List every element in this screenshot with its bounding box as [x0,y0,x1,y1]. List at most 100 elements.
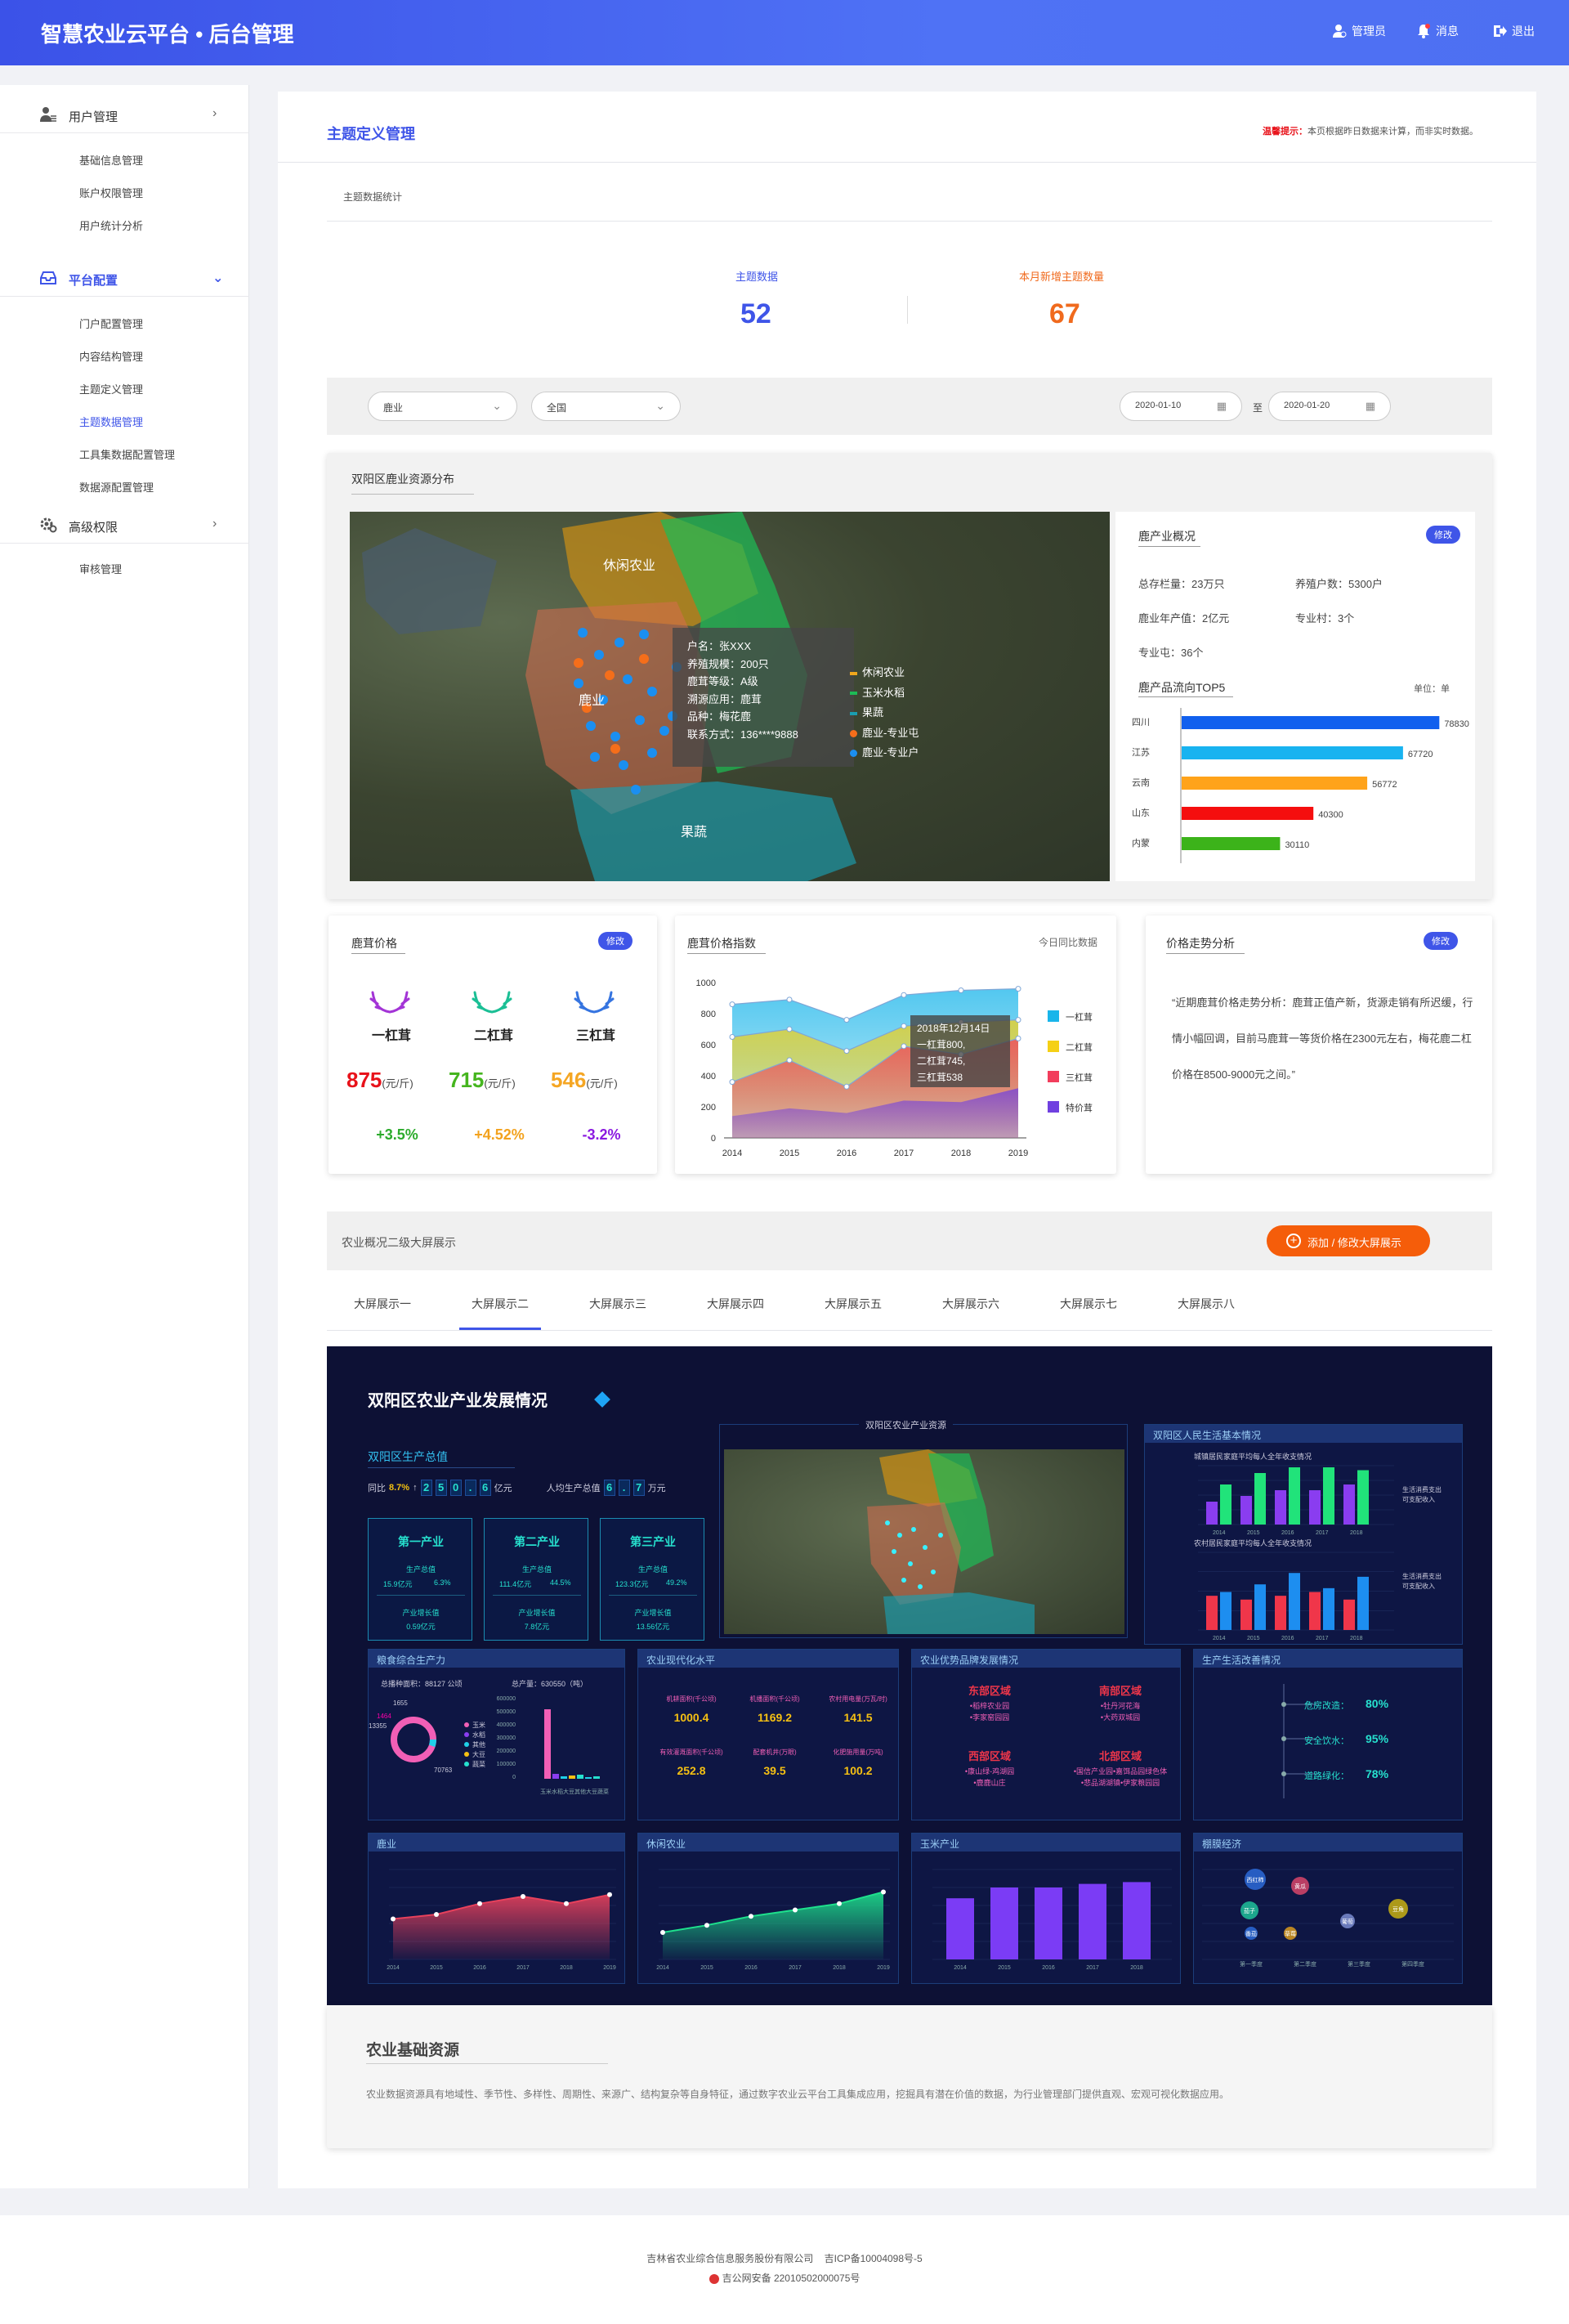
price-edit-button[interactable]: 修改 [598,932,633,950]
tab-8[interactable]: 大屏展示八 [1165,1296,1247,1312]
tab-4[interactable]: 大屏展示四 [695,1296,776,1312]
industry-name: 第一产业 [398,1535,444,1548]
data-point [660,1930,665,1935]
sidebar-item-theme-define[interactable]: 主题定义管理 [79,381,143,396]
bar-value-label: 40300 [1318,810,1343,820]
dash-map-regions [867,1449,1035,1634]
date-from-input[interactable]: 2020-01-10 ▦ [1120,392,1242,421]
trend-edit-button[interactable]: 修改 [1424,932,1458,950]
price-unit: (元/斤) [382,1077,413,1090]
panel-title: 休闲农业 [638,1834,898,1852]
industry-output-value: 111.4亿元 [499,1580,532,1588]
legend-label: 三杠茸 [1066,1072,1093,1083]
logout-menu[interactable]: 退出 [1492,23,1535,39]
top5-bar [1182,716,1440,729]
antler-price-card: 鹿茸价格 修改 一杠茸 875(元/斤) +3.5% 二杠茸 715(元/斤) +4.52… [329,916,657,1174]
sidebar-item-content-structure[interactable]: 内容结构管理 [79,348,143,364]
antler-icon [574,991,615,1014]
area-label: 总播种面积： [381,1680,426,1688]
data-point [901,992,907,998]
industry-output-value: 123.3亿元 [615,1580,649,1588]
sidebar-group-platform[interactable]: 平台配置 ⌄ [0,263,249,293]
data-point [729,1034,735,1040]
sidebar: 用户管理 › 基础信息管理 账户权限管理 用户统计分析 平台配置 ⌄ 门户配置管… [0,85,249,2188]
legend-label: 可支配收入 [1402,1495,1435,1503]
sidebar-item-audit[interactable]: 审核管理 [79,561,122,576]
life-bar [1323,1467,1334,1525]
stat-label: 专业村： [1295,612,1339,625]
messages-menu[interactable]: 消息 [1416,23,1459,39]
bubble-label: 茄子 [1244,1907,1255,1914]
life-bar [1289,1467,1300,1525]
life-bar [1220,1484,1232,1525]
pie-label: 13355 [369,1722,387,1730]
tab-2[interactable]: 大屏展示二 [459,1296,541,1312]
modern-label: 化肥施用量(万吨) [833,1749,883,1756]
modern-value: 141.5 [843,1711,873,1724]
sidebar-item-account-permissions[interactable]: 账户权限管理 [79,185,143,200]
sidebar-group-label: 用户管理 [69,110,118,124]
per-capita-label: 人均生产总值 [546,1484,601,1493]
tab-6[interactable]: 大屏展示六 [930,1296,1012,1312]
overview-edit-button[interactable]: 修改 [1426,526,1460,544]
sidebar-group-users[interactable]: 用户管理 › [0,100,249,129]
region-select[interactable]: 全国 ⌄ [531,392,681,421]
dash-map[interactable] [724,1449,1124,1634]
industry-box: 第三产业 生产总值 123.3亿元 49.2% 产业增长值 13.56亿元 [600,1518,704,1641]
x-tick-label: 2014 [387,1965,400,1971]
sidebar-item-portal-config[interactable]: 门户配置管理 [79,316,143,331]
life-bar [1309,1490,1321,1525]
sidebar-item-datasource-config[interactable]: 数据源配置管理 [79,479,154,495]
tooltip-line: 一杠茸800, [917,1038,965,1050]
x-tick-label: 2018 [1350,1530,1363,1536]
sidebar-item-basic-info[interactable]: 基础信息管理 [79,152,143,168]
tab-1[interactable]: 大屏展示一 [342,1296,423,1312]
corn-bar [990,1887,1018,1959]
trend-card-title: 价格走势分析 [1166,937,1235,950]
legend-dot [464,1722,469,1727]
x-tick-label: 2016 [837,1149,856,1158]
industry-output-percent: 44.5% [550,1578,571,1587]
screen-section-bar: 农业概况二级大屏展示 + 添加 / 修改大屏展示 [327,1211,1492,1270]
digit-box: 5 [435,1480,447,1496]
theme-count-value: 52 [740,298,771,329]
theme-count-label: 主题数据 [735,271,779,283]
category-select[interactable]: 鹿业 ⌄ [368,392,517,421]
sidebar-item-toolset-config[interactable]: 工具集数据配置管理 [79,446,175,462]
date-to-input[interactable]: 2020-01-20 ▦ [1268,392,1391,421]
chart-tooltip: 2018年12月14日一杠茸800, 二杠茸745, 三杠茸538 [910,1015,1010,1087]
bar-category-label: 云南 [1132,777,1150,788]
tab-5[interactable]: 大屏展示五 [812,1296,894,1312]
admin-menu[interactable]: 管理员 [1332,23,1386,39]
industry-box: 第一产业 生产总值 15.9亿元 6.3% 产业增长值 0.59亿元 [368,1518,472,1641]
y-tick-label: 300000 [497,1735,516,1741]
y-tick-label: 600 [701,1041,716,1050]
data-point [749,1914,753,1919]
new-theme-value: 67 [1049,298,1080,329]
tip-notice: 温馨提示：本页根据昨日数据来计算，而非实时数据。 [1263,124,1478,137]
resource-map[interactable]: 休闲农业 鹿业 果蔬 户名：张XXX 养殖规模：200只 鹿茸等级：A级 溯源应… [350,512,1110,881]
brand-item: •牡丹河花海 [1100,1702,1141,1710]
tab-7[interactable]: 大屏展示七 [1048,1296,1129,1312]
sidebar-group-advanced[interactable]: 高级权限 › [0,510,249,540]
map-tooltip: 户名：张XXX 养殖规模：200只 鹿茸等级：A级 溯源应用：鹿茸 品种：梅花鹿… [673,628,854,767]
stat-special-hamlets: 专业屯：36个 [1138,644,1203,660]
plus-circle-icon: + [1286,1234,1301,1248]
pie-label: 70763 [434,1767,453,1774]
digit-box: 6 [603,1480,615,1496]
map-label-fruit: 果蔬 [681,826,708,840]
gear-icon [40,517,57,533]
price-value: 546 [551,1068,587,1092]
tab-3[interactable]: 大屏展示三 [577,1296,659,1312]
add-screen-button[interactable]: + 添加 / 修改大屏展示 [1267,1225,1430,1256]
divider [368,1467,515,1468]
legend-label: 生活消费支出 [1402,1572,1442,1580]
life-bar [1275,1596,1286,1630]
top5-bar [1182,777,1368,790]
brand-item: •康山绿-鸡湖园 [964,1767,1015,1775]
gdp-title: 双阳区生产总值 [368,1450,448,1463]
sidebar-item-user-stats[interactable]: 用户统计分析 [79,217,143,233]
sidebar-item-theme-data[interactable]: 主题数据管理 [79,414,143,429]
tree-node [1281,1702,1286,1707]
x-tick-label: 2014 [1213,1636,1226,1641]
